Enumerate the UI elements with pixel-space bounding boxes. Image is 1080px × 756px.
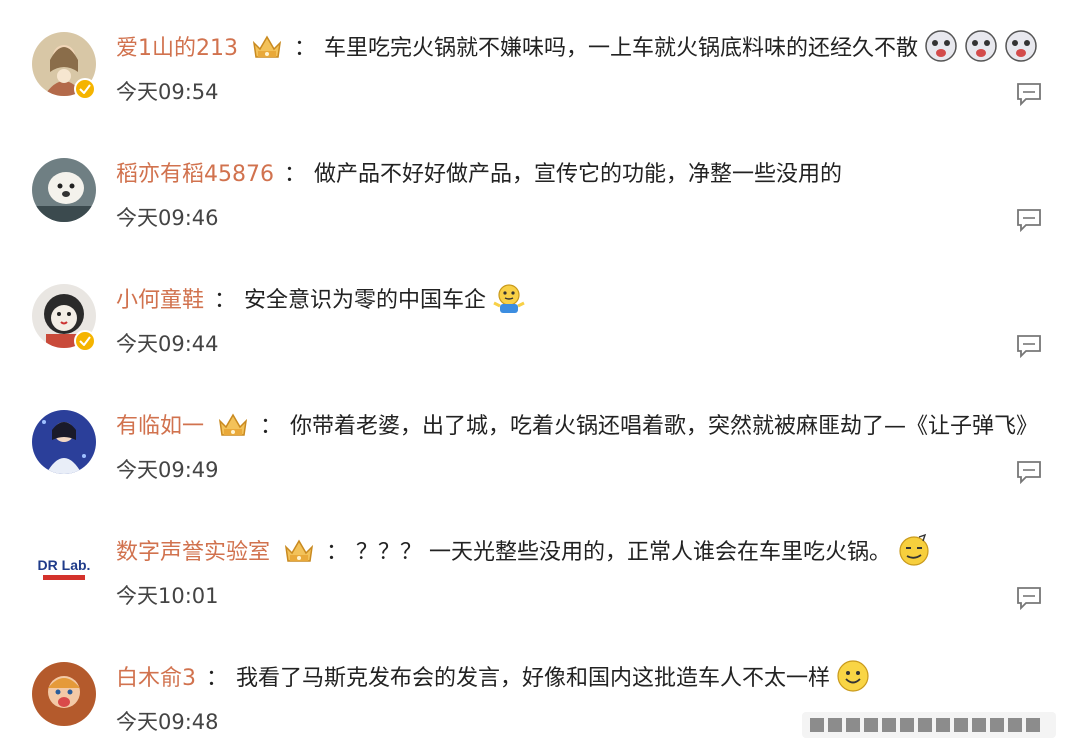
comment-item: 有临如一 ： 你带着老婆，出了城，吃着火锅还唱着歌，突然就被麻匪劫了—《让子弹飞…	[0, 378, 1080, 504]
comment-item: 爱1山的213 ： 车里吃完火锅就不嫌味吗，一上车就火锅底料味的还经久不散 今天…	[0, 0, 1080, 126]
doge-emoji-icon	[897, 533, 931, 567]
verified-badge-icon	[74, 78, 96, 100]
avatar[interactable]	[32, 410, 96, 474]
reply-icon[interactable]	[1016, 208, 1042, 233]
comment-text: 做产品不好好做产品，宣传它的功能，净整一些没用的	[314, 162, 843, 187]
separator: ：	[284, 162, 307, 187]
separator: ：	[260, 414, 283, 439]
username[interactable]: 稻亦有稻45876	[116, 156, 274, 188]
separator: ：	[214, 288, 237, 313]
reply-icon[interactable]	[1016, 334, 1042, 359]
watermark	[802, 712, 1056, 738]
username[interactable]: 有临如一	[116, 408, 204, 440]
separator: ：	[326, 540, 349, 565]
shrug-emoji-icon	[492, 281, 526, 315]
smile-emoji-icon	[836, 659, 870, 693]
reply-icon[interactable]	[1016, 82, 1042, 107]
comment-item: 小何童鞋 ： 安全意识为零的中国车企 今天09:44	[0, 252, 1080, 378]
avatar[interactable]	[32, 158, 96, 222]
avatar[interactable]	[32, 662, 96, 726]
comment-time: 今天09:54	[116, 80, 219, 104]
comment-text: ？？？ 一天光整些没用的，正常人谁会在车里吃火锅。	[356, 540, 892, 565]
dog-emoji-icon	[924, 29, 958, 63]
comment-time: 今天09:46	[116, 206, 219, 230]
comment-text: 我看了马斯克发布会的发言，好像和国内这批造车人不太一样	[236, 666, 831, 691]
separator: ：	[294, 36, 317, 61]
comment-item: 稻亦有稻45876 ： 做产品不好好做产品，宣传它的功能，净整一些没用的 今天0…	[0, 126, 1080, 252]
username[interactable]: 数字声誉实验室	[116, 534, 270, 566]
vip-crown-icon	[250, 31, 284, 61]
username[interactable]: 白木俞3	[116, 660, 196, 692]
comment-item: DR Lab. 数字声誉实验室 ： ？？？ 一天光整些没用的，正常人谁会在车里吃…	[0, 504, 1080, 630]
verified-badge-icon	[74, 330, 96, 352]
separator: ：	[206, 666, 229, 691]
comment-text: 安全意识为零的中国车企	[244, 288, 487, 313]
comment-time: 今天09:49	[116, 458, 219, 482]
username[interactable]: 小何童鞋	[116, 282, 204, 314]
dog-emoji-icon	[1004, 29, 1038, 63]
vip-crown-icon	[282, 535, 316, 565]
username[interactable]: 爱1山的213	[116, 30, 238, 62]
comment-time: 今天10:01	[116, 584, 219, 608]
avatar-logo-text: DR Lab.	[38, 557, 91, 573]
reply-icon[interactable]	[1016, 586, 1042, 611]
dog-emoji-icon	[964, 29, 998, 63]
vip-crown-icon	[216, 409, 250, 439]
comment-text: 车里吃完火锅就不嫌味吗，一上车就火锅底料味的还经久不散	[324, 36, 919, 61]
reply-icon[interactable]	[1016, 460, 1042, 485]
comment-text: 你带着老婆，出了城，吃着火锅还唱着歌，突然就被麻匪劫了—《让子弹飞》	[290, 414, 1039, 439]
comment-time: 今天09:48	[116, 710, 219, 734]
comment-time: 今天09:44	[116, 332, 219, 356]
avatar[interactable]: DR Lab.	[32, 536, 96, 600]
